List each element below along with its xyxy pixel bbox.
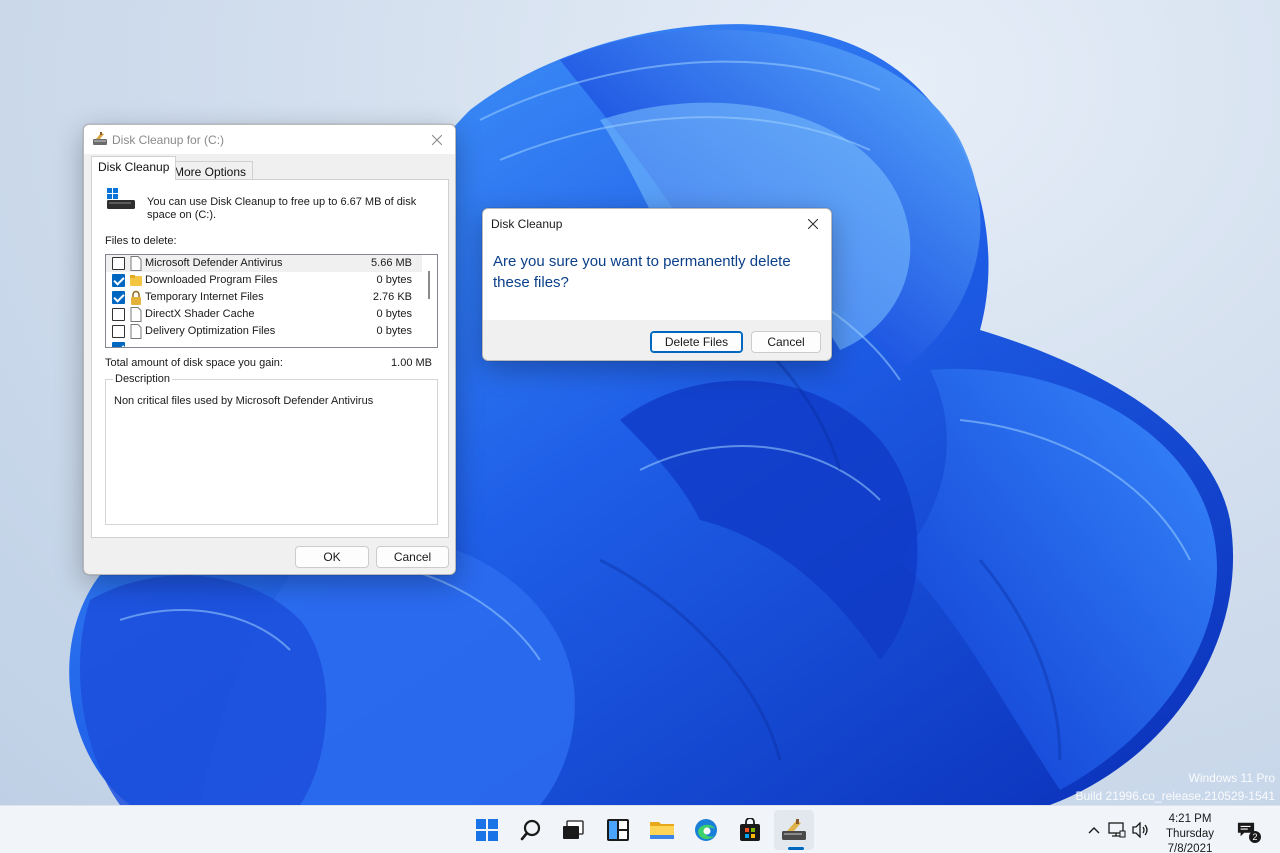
file-explorer-button[interactable] (642, 810, 682, 850)
store-icon (740, 818, 760, 841)
title-bar[interactable]: Disk Cleanup for (C:) (84, 125, 455, 154)
taskbar: 4:21 PM Thursday 7/8/2021 2 (0, 805, 1280, 853)
list-item[interactable]: Delivery Optimization Files 0 bytes (106, 323, 422, 340)
network-button[interactable] (1108, 821, 1126, 839)
disk-cleanup-window: Disk Cleanup for (C:) Disk Cleanup More … (83, 124, 456, 575)
file-size: 0 bytes (376, 308, 412, 320)
file-name: Temporary Internet Files (145, 291, 264, 303)
start-icon (476, 819, 498, 841)
disk-cleanup-icon (782, 819, 806, 840)
volume-button[interactable] (1132, 821, 1150, 839)
title-bar[interactable]: Disk Cleanup (483, 209, 831, 238)
checkbox[interactable] (112, 274, 125, 287)
edge-icon (695, 819, 717, 841)
lock-icon (131, 290, 141, 305)
list-item[interactable] (106, 340, 422, 347)
build-watermark: Build 21996.co_release.210529-1541 (1075, 789, 1276, 803)
window-title: Disk Cleanup for (C:) (112, 133, 225, 147)
checkbox[interactable] (112, 342, 125, 347)
store-button[interactable] (730, 810, 770, 850)
scrollbar-thumb[interactable] (428, 271, 430, 299)
file-size: 0 bytes (376, 325, 412, 337)
cancel-button[interactable]: Cancel (751, 331, 821, 353)
ok-button[interactable]: OK (295, 546, 369, 568)
search-button[interactable] (511, 810, 551, 850)
clock-time: 4:21 PM (1168, 813, 1212, 825)
file-explorer-icon (650, 822, 674, 839)
description-text: Non critical files used by Microsoft Def… (114, 395, 374, 407)
volume-icon (1132, 822, 1148, 838)
total-value: 1.00 MB (391, 357, 432, 369)
disk-cleanup-icon (92, 132, 108, 149)
widgets-button[interactable] (598, 810, 638, 850)
document-icon (130, 256, 142, 271)
dialog-body: Are you sure you want to permanently del… (483, 238, 831, 320)
tab-panel: You can use Disk Cleanup to free up to 6… (91, 179, 449, 538)
checkbox[interactable] (112, 291, 125, 304)
file-size: 0 bytes (376, 274, 412, 286)
search-icon (520, 819, 541, 841)
document-icon (130, 324, 142, 339)
task-view-icon (563, 820, 584, 839)
dialog-title: Disk Cleanup (491, 217, 563, 231)
list-item[interactable]: Downloaded Program Files 0 bytes (106, 272, 422, 289)
edge-button[interactable] (686, 810, 726, 850)
list-item[interactable]: Temporary Internet Files 2.76 KB (106, 289, 422, 306)
tab-disk-cleanup[interactable]: Disk Cleanup (91, 156, 177, 180)
notification-count-badge: 2 (1249, 831, 1261, 843)
active-app-indicator (788, 847, 804, 850)
task-view-button[interactable] (553, 810, 593, 850)
total-label: Total amount of disk space you gain: (105, 357, 283, 369)
file-size: 2.76 KB (372, 291, 412, 303)
disk-cleanup-taskbar-button[interactable] (774, 810, 814, 850)
clock[interactable]: 4:21 PM Thursday 7/8/2021 (1160, 812, 1220, 853)
description-group: Description Non critical files used by M… (105, 373, 438, 525)
drive-icon (106, 186, 136, 215)
file-name: Microsoft Defender Antivirus (145, 257, 283, 269)
confirm-message: Are you sure you want to permanently del… (493, 253, 791, 291)
clock-day: Thursday (1166, 828, 1214, 840)
file-size: 5.66 MB (371, 257, 412, 269)
document-icon (130, 307, 142, 322)
checkbox[interactable] (112, 325, 125, 338)
chevron-up-icon (1088, 827, 1100, 834)
show-hidden-icons-button[interactable] (1085, 821, 1103, 839)
tab-more-options[interactable]: More Options (167, 161, 254, 181)
clock-date: 7/8/2021 (1167, 843, 1213, 853)
confirm-dialog: Disk Cleanup Are you sure you want to pe… (482, 208, 832, 361)
folder-icon (130, 275, 142, 286)
checkbox[interactable] (112, 308, 125, 321)
close-button[interactable] (795, 209, 831, 238)
intro-text: You can use Disk Cleanup to free up to 6… (147, 196, 417, 221)
description-legend: Description (113, 373, 173, 385)
widgets-icon (607, 819, 629, 841)
cancel-button[interactable]: Cancel (376, 546, 449, 568)
network-icon (1108, 822, 1126, 838)
files-to-delete-label: Files to delete: (105, 235, 177, 247)
list-item[interactable]: DirectX Shader Cache 0 bytes (106, 306, 422, 323)
start-button[interactable] (467, 810, 507, 850)
file-name: Downloaded Program Files (145, 274, 278, 286)
checkbox[interactable] (112, 257, 125, 270)
list-scrollbar[interactable] (422, 255, 437, 347)
close-icon (808, 218, 818, 229)
close-button[interactable] (419, 125, 455, 154)
file-name: Delivery Optimization Files (145, 325, 276, 337)
list-item[interactable]: Microsoft Defender Antivirus 5.66 MB (106, 255, 422, 272)
close-icon (432, 134, 442, 145)
files-list[interactable]: Microsoft Defender Antivirus 5.66 MB Dow… (105, 254, 438, 348)
delete-files-button[interactable]: Delete Files (650, 331, 743, 353)
file-name: DirectX Shader Cache (145, 308, 255, 320)
edition-watermark: Windows 11 Pro (1188, 771, 1275, 785)
